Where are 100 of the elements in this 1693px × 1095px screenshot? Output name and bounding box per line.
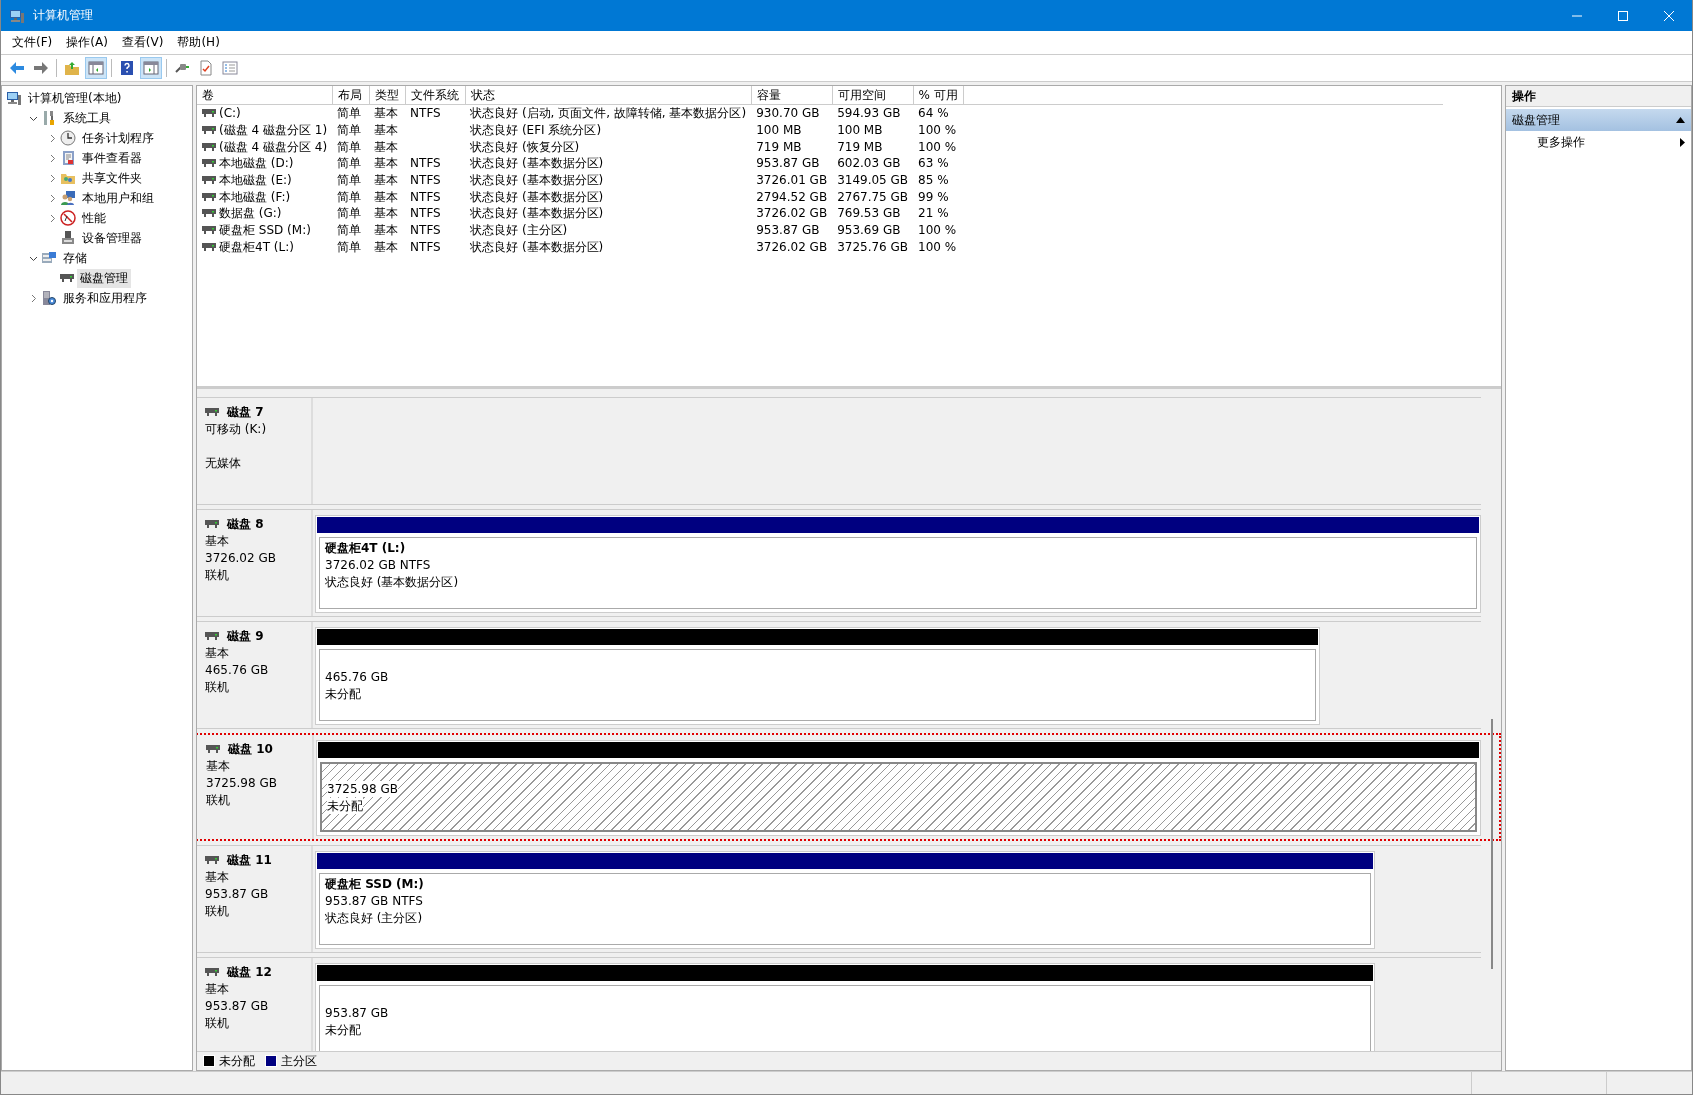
table-cell: 769.53 GB	[837, 206, 901, 221]
menu-item[interactable]: 查看(V)	[114, 34, 171, 51]
drive-icon	[205, 408, 219, 416]
table-cell: 简单	[337, 206, 362, 221]
tree-item[interactable]: 服务和应用程序	[60, 288, 150, 308]
table-cell: 本地磁盘 (D:)	[219, 155, 294, 172]
tree-item[interactable]: 磁盘管理	[77, 268, 131, 288]
tree-item[interactable]: 系统工具	[60, 108, 114, 128]
partition-area[interactable]: 953.87 GB 未分配	[319, 985, 1371, 1051]
drive-icon	[202, 192, 216, 201]
partition-label: 硬盘柜4T (L:)	[325, 540, 406, 556]
checklist-document-icon	[198, 60, 214, 76]
partition-area[interactable]: 硬盘柜4T (L:) 3726.02 GB NTFS 状态良好 (基本数据分区)	[319, 537, 1477, 609]
disk-size: 465.76 GB	[205, 662, 270, 678]
table-cell: 953.87 GB	[756, 156, 820, 171]
log-book-icon	[60, 150, 76, 166]
table-cell: 719 MB	[837, 139, 883, 154]
disk-name: 磁盘 10	[228, 741, 273, 757]
toolbar-button[interactable]	[140, 57, 162, 79]
partition-block[interactable]: 硬盘柜 SSD (M:) 953.87 GB NTFS 状态良好 (主分区)	[315, 851, 1375, 949]
table-cell: NTFS	[410, 189, 441, 204]
menu-item[interactable]: 文件(F)	[5, 34, 60, 51]
disk-row[interactable]: 磁盘 8 基本 3726.02 GB 联机 硬盘柜4T (L:) 3726.02 GB NTFS 状态良好 (基本数据分区)	[197, 509, 1481, 617]
table-cell: 硬盘柜 SSD (M:)	[219, 222, 311, 239]
table-cell: 3149.05 GB	[837, 173, 909, 188]
menu-item[interactable]: 帮助(H)	[170, 34, 227, 51]
column-header[interactable]: 可用空间	[832, 86, 914, 105]
tree-item[interactable]: 性能	[79, 208, 109, 228]
column-header[interactable]: 容量	[751, 86, 833, 105]
disk-status: 联机	[205, 567, 230, 583]
maximize-icon	[1618, 10, 1628, 21]
table-cell: 21 %	[918, 206, 949, 221]
table-cell: 953.87 GB	[756, 223, 820, 238]
tree-item[interactable]: 设备管理器	[79, 228, 145, 248]
table-cell: 状态良好 (基本数据分区)	[470, 173, 604, 188]
table-cell: 状态良好 (主分区)	[470, 223, 568, 238]
properties-icon	[222, 60, 238, 76]
back-arrow-icon	[9, 60, 25, 76]
submenu-arrow-icon	[1680, 137, 1685, 147]
drive-icon	[60, 274, 74, 282]
tree-item[interactable]: 任务计划程序	[79, 128, 157, 148]
disk-type: 基本	[206, 758, 231, 774]
tree-item[interactable]: 事件查看器	[79, 148, 145, 168]
column-header[interactable]: 文件系统	[405, 86, 466, 105]
tree-item[interactable]: 存储	[60, 248, 90, 268]
tree-item[interactable]: 共享文件夹	[79, 168, 145, 188]
scrollbar-thumb[interactable]	[1491, 719, 1493, 969]
tree-item[interactable]: 计算机管理(本地)	[25, 88, 125, 108]
computer-icon	[6, 90, 22, 106]
disk-row[interactable]: 磁盘 12 基本 953.87 GB 联机 953.87 GB 未分配	[197, 957, 1481, 1051]
table-cell: 基本	[374, 139, 399, 154]
table-cell: 基本	[374, 206, 399, 221]
partition-area[interactable]: 3725.98 GB 未分配	[320, 762, 1477, 832]
column-header[interactable]: % 可用	[913, 86, 964, 105]
action-item[interactable]: 更多操作	[1506, 131, 1691, 153]
table-cell: 719 MB	[756, 139, 802, 154]
partition-area[interactable]: 硬盘柜 SSD (M:) 953.87 GB NTFS 状态良好 (主分区)	[319, 873, 1371, 945]
column-header[interactable]: 状态	[465, 86, 752, 105]
collapse-icon[interactable]	[1676, 117, 1685, 123]
disk-row[interactable]: 磁盘 10 基本 3725.98 GB 联机 3725.98 GB 未分配	[197, 733, 1501, 841]
partition-area[interactable]: 465.76 GB 未分配	[319, 649, 1317, 721]
table-cell: 简单	[337, 123, 362, 138]
table-cell: 简单	[337, 139, 362, 154]
window-title: 计算机管理	[33, 7, 93, 24]
table-cell: 本地磁盘 (E:)	[219, 172, 292, 189]
table-cell: 63 %	[918, 156, 949, 171]
table-cell: NTFS	[410, 156, 441, 171]
column-header[interactable]: 卷	[197, 86, 333, 105]
partition-block[interactable]: 硬盘柜4T (L:) 3726.02 GB NTFS 状态良好 (基本数据分区)	[315, 515, 1481, 613]
table-cell: 简单	[337, 156, 362, 171]
disk-row[interactable]: 磁盘 7 可移动 (K:) 无媒体	[197, 397, 1481, 505]
table-cell: NTFS	[410, 106, 441, 121]
partition-block[interactable]: 953.87 GB 未分配	[315, 963, 1375, 1051]
table-cell: 状态良好 (EFI 系统分区)	[470, 123, 602, 138]
table-cell: 基本	[374, 173, 399, 188]
disk-size: 3725.98 GB	[206, 775, 278, 791]
table-cell: 3726.02 GB	[756, 239, 828, 254]
table-cell: 简单	[337, 189, 362, 204]
partition-block[interactable]: 465.76 GB 未分配	[315, 627, 1321, 725]
table-cell: 硬盘柜4T (L:)	[219, 238, 294, 255]
menu-item[interactable]: 操作(A)	[59, 34, 115, 51]
table-cell: 基本	[374, 239, 399, 254]
disk-row[interactable]: 磁盘 9 基本 465.76 GB 联机 465.76 GB 未分配	[197, 621, 1481, 729]
section-header[interactable]: 磁盘管理	[1506, 109, 1691, 131]
forward-arrow-icon	[33, 60, 49, 76]
disk-type: 基本	[205, 533, 230, 549]
disk-type: 可移动 (K:)	[205, 421, 268, 437]
tree-item[interactable]: 本地用户和组	[79, 188, 157, 208]
partition-status: 未分配	[325, 685, 361, 702]
table-cell: 基本	[374, 106, 399, 121]
column-header[interactable]: 类型	[369, 86, 406, 105]
table-cell: 602.03 GB	[837, 156, 901, 171]
partition-block[interactable]: 3725.98 GB 未分配	[316, 740, 1481, 836]
disk-status: 联机	[205, 903, 230, 919]
toolbar-button[interactable]	[85, 57, 107, 79]
disk-row[interactable]: 磁盘 11 基本 953.87 GB 联机 硬盘柜 SSD (M:) 953.87 GB NTFS 状态良好 (主分区)	[197, 845, 1481, 953]
column-header[interactable]: 布局	[332, 86, 370, 105]
disk-status: 联机	[206, 792, 231, 808]
folder-up-icon	[64, 60, 80, 76]
users-icon	[60, 190, 76, 206]
